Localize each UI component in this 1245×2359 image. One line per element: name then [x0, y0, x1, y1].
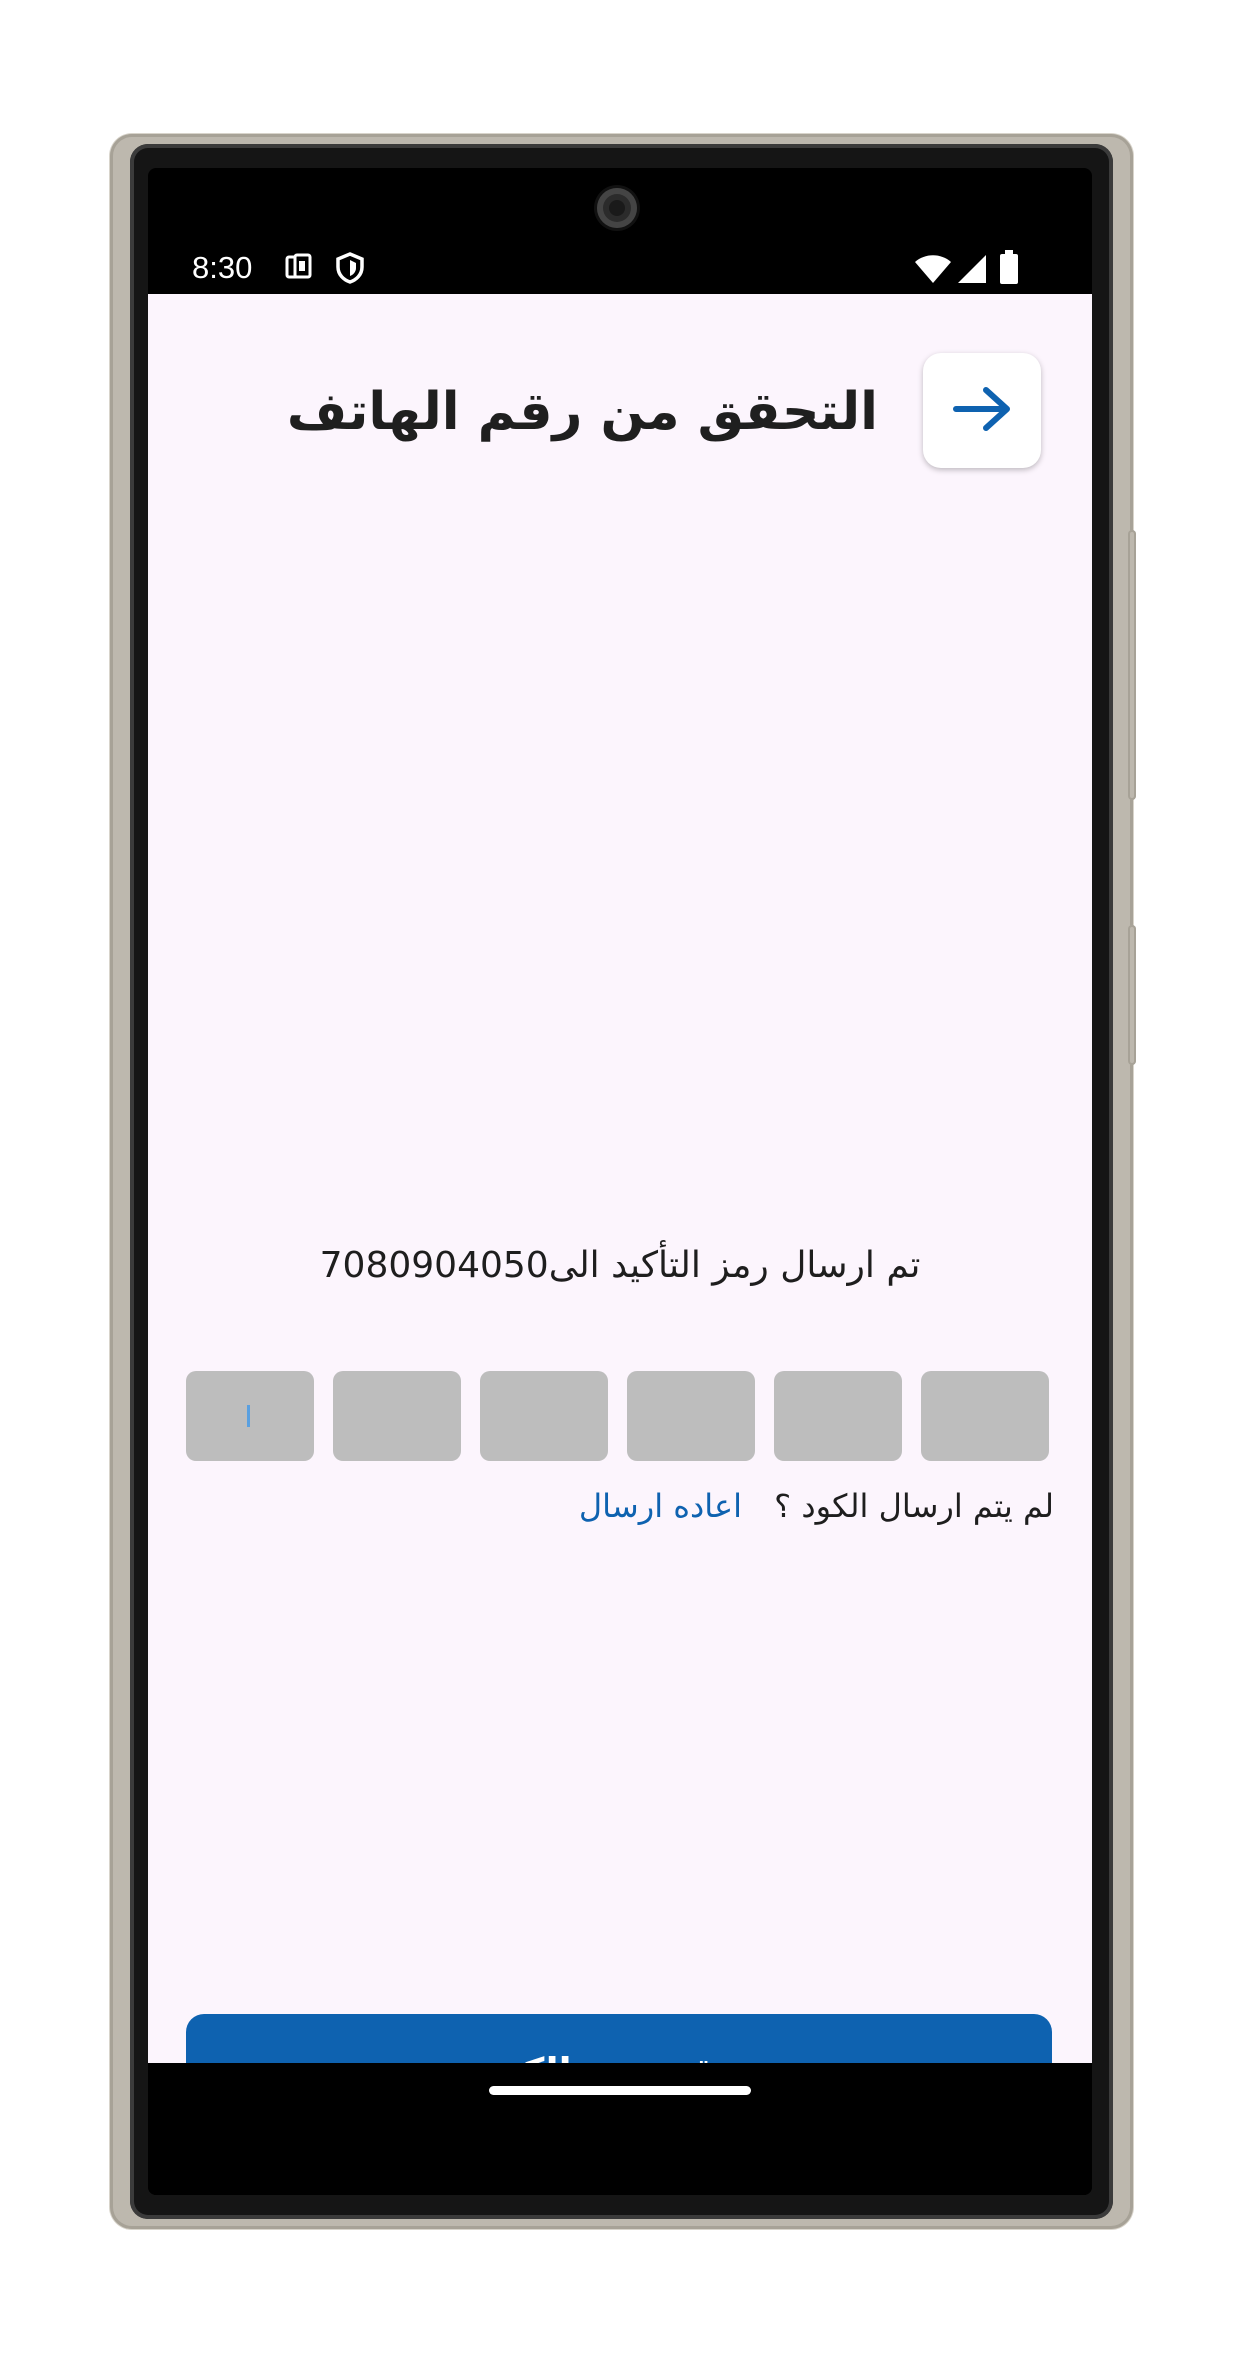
otp-digit-field[interactable]	[480, 1371, 608, 1461]
otp-digit-field[interactable]	[921, 1371, 1049, 1461]
battery-icon	[1000, 250, 1018, 288]
home-indicator[interactable]	[489, 2086, 751, 2095]
otp-digit-field[interactable]	[333, 1371, 461, 1461]
otp-digit-field[interactable]	[774, 1371, 902, 1461]
otp-digit-field[interactable]	[186, 1371, 314, 1461]
back-button[interactable]	[923, 353, 1041, 468]
status-time: 8:30	[192, 250, 253, 285]
resend-link[interactable]: اعاده ارسال	[579, 1487, 742, 1525]
resend-question: لم يتم ارسال الكود ؟	[774, 1487, 1054, 1525]
verification-screen: التحقق من رقم الهاتف تم ارسال رمز التأكي…	[148, 294, 1092, 2129]
otp-input-row	[186, 1371, 1052, 1461]
power-button	[1128, 925, 1136, 1065]
status-bar: 8:30	[148, 240, 1092, 296]
data-saver-icon	[284, 252, 314, 286]
resend-row: لم يتم ارسال الكود ؟ اعاده ارسال	[579, 1471, 1054, 1541]
code-sent-message: تم ارسال رمز التأكيد الى7080904050	[319, 1245, 921, 1286]
phone-screen: 8:30 التحقق من رقم الهاتف تم ارسال رمز ا…	[148, 168, 1092, 2195]
signal-icon	[957, 254, 987, 288]
page-title: التحقق من رقم الهاتف	[286, 382, 878, 442]
wifi-icon	[914, 254, 952, 288]
front-camera	[597, 188, 637, 228]
shield-icon	[335, 252, 365, 288]
text-cursor	[247, 1405, 250, 1427]
otp-digit-field[interactable]	[627, 1371, 755, 1461]
arrow-right-icon	[950, 384, 1014, 438]
volume-button	[1128, 530, 1136, 800]
navigation-bar	[148, 2063, 1092, 2195]
